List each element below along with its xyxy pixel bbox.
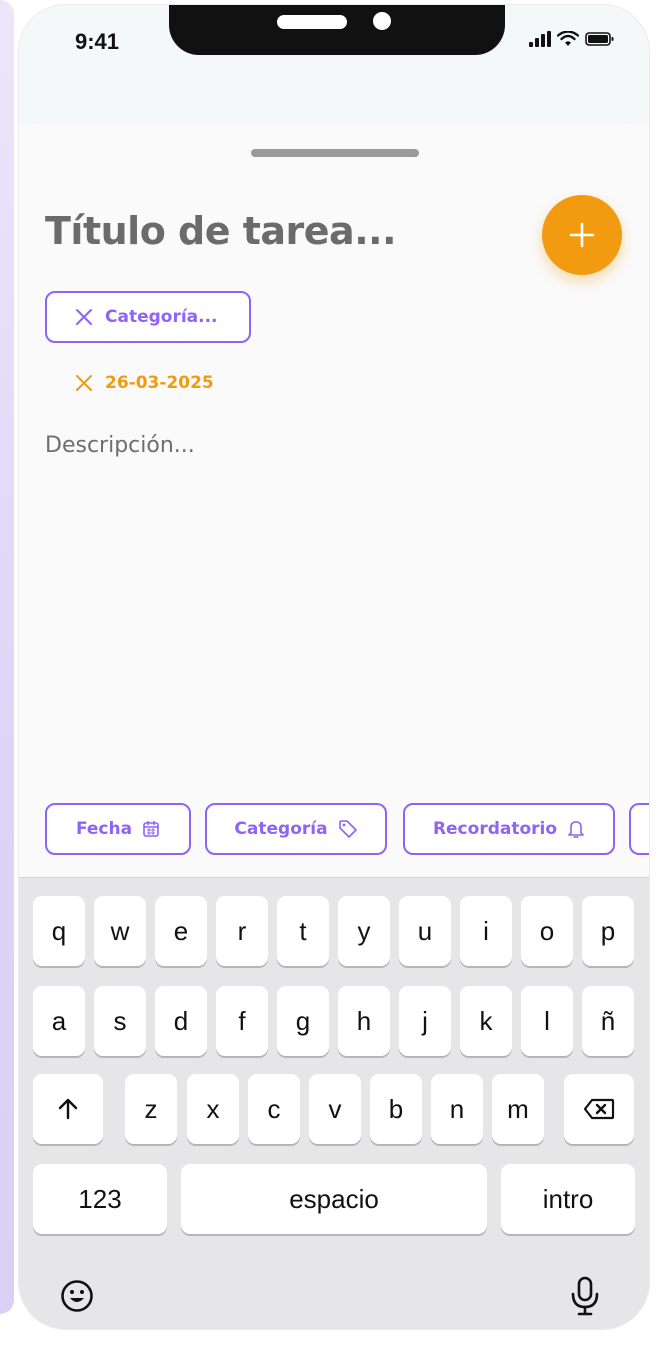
key[interactable]: j <box>399 986 451 1056</box>
microphone-icon <box>571 1276 599 1316</box>
status-icons <box>529 31 615 47</box>
key[interactable]: f <box>216 986 268 1056</box>
close-icon[interactable] <box>75 374 93 392</box>
reminder-option-label: Recordatorio <box>432 819 558 839</box>
status-time: 9:41 <box>75 29 120 54</box>
shift-key[interactable] <box>33 1074 103 1144</box>
notch <box>169 5 505 55</box>
date-option-label: Fecha <box>75 819 133 839</box>
key[interactable]: a <box>33 986 85 1056</box>
category-option-label: Categoría <box>234 819 328 839</box>
key[interactable]: t <box>277 896 329 966</box>
reminder-option-button[interactable]: Recordatorio <box>403 803 615 855</box>
notch-camera <box>373 12 391 30</box>
more-option-button[interactable] <box>629 803 649 855</box>
space-key[interactable]: espacio <box>181 1164 487 1234</box>
date-chip-label: 26-03-2025 <box>105 373 214 393</box>
emoji-button[interactable] <box>57 1276 97 1316</box>
backspace-icon <box>583 1098 615 1120</box>
new-task-sheet: Título de tarea... Categoría... 26-03-20… <box>19 123 649 883</box>
key[interactable]: l <box>521 986 573 1056</box>
shift-icon <box>58 1098 78 1120</box>
key[interactable]: w <box>94 896 146 966</box>
key[interactable]: i <box>460 896 512 966</box>
key[interactable]: p <box>582 896 634 966</box>
category-chip-label: Categoría... <box>105 307 218 327</box>
key[interactable]: o <box>521 896 573 966</box>
key[interactable]: b <box>370 1074 422 1144</box>
key[interactable]: z <box>125 1074 177 1144</box>
key[interactable]: ñ <box>582 986 634 1056</box>
backspace-key[interactable] <box>564 1074 634 1144</box>
background-panel <box>0 0 14 1314</box>
sheet-grabber[interactable] <box>251 149 419 157</box>
key[interactable]: x <box>187 1074 239 1144</box>
key[interactable]: g <box>277 986 329 1056</box>
task-options-bar: Fecha Categoría Recordatorio <box>45 803 649 855</box>
add-task-button[interactable] <box>542 195 622 275</box>
key[interactable]: v <box>309 1074 361 1144</box>
signal-icon <box>529 31 551 47</box>
key[interactable]: c <box>248 1074 300 1144</box>
close-icon[interactable] <box>75 308 93 326</box>
status-bar: 9:41 <box>19 5 649 125</box>
key[interactable]: n <box>431 1074 483 1144</box>
key[interactable]: e <box>155 896 207 966</box>
numbers-key[interactable]: 123 <box>33 1164 167 1234</box>
battery-icon <box>585 32 614 46</box>
selected-date-chip[interactable]: 26-03-2025 <box>75 373 214 393</box>
task-title-input[interactable]: Título de tarea... <box>45 209 397 253</box>
phone-frame: 9:41 Título de tarea... Categoría... 26-… <box>18 4 650 1330</box>
description-input[interactable]: Descripción... <box>45 433 195 458</box>
key[interactable]: y <box>338 896 390 966</box>
key[interactable]: s <box>94 986 146 1056</box>
key[interactable]: k <box>460 986 512 1056</box>
category-option-button[interactable]: Categoría <box>205 803 387 855</box>
notch-speaker <box>277 15 347 29</box>
key[interactable]: d <box>155 986 207 1056</box>
wifi-icon <box>557 31 579 46</box>
key[interactable]: q <box>33 896 85 966</box>
date-option-button[interactable]: Fecha <box>45 803 191 855</box>
dictation-button[interactable] <box>565 1274 605 1318</box>
plus-icon <box>569 222 595 248</box>
bell-icon <box>568 821 584 838</box>
key[interactable]: h <box>338 986 390 1056</box>
emoji-icon <box>61 1280 93 1312</box>
keyboard: q w e r t y u i o p a s d f g h j k l ñ … <box>19 877 649 1329</box>
return-key[interactable]: intro <box>501 1164 635 1234</box>
selected-category-chip[interactable]: Categoría... <box>45 291 251 343</box>
tag-icon <box>338 820 357 838</box>
key[interactable]: r <box>216 896 268 966</box>
key[interactable]: u <box>399 896 451 966</box>
key[interactable]: m <box>492 1074 544 1144</box>
calendar-icon <box>143 820 159 837</box>
